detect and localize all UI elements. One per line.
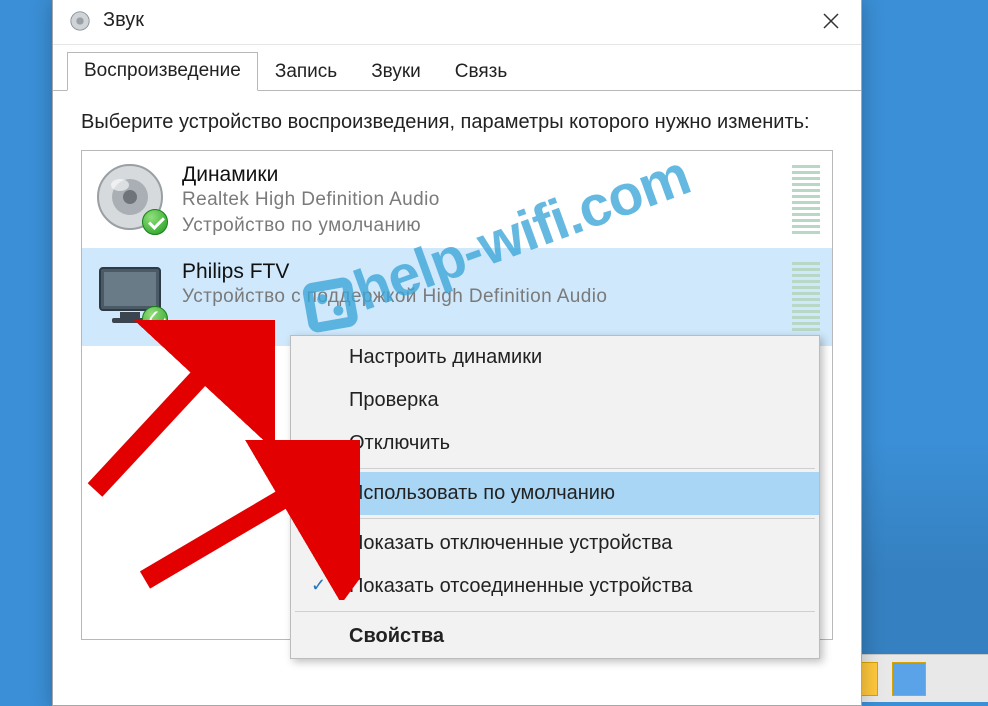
menu-set-default[interactable]: Использовать по умолчанию bbox=[291, 472, 819, 515]
device-item-speakers[interactable]: Динамики Realtek High Definition Audio У… bbox=[82, 151, 832, 248]
tab-sounds[interactable]: Звуки bbox=[354, 53, 438, 91]
tab-strip: Воспроизведение Запись Звуки Связь bbox=[53, 45, 861, 91]
menu-label: Показать отсоединенные устройства bbox=[349, 575, 692, 597]
device-name: Philips FTV bbox=[182, 260, 776, 284]
checkmark-icon: ✓ bbox=[311, 575, 326, 596]
menu-separator bbox=[295, 611, 815, 612]
menu-show-disconnected[interactable]: ✓ Показать отсоединенные устройства bbox=[291, 565, 819, 608]
sound-icon bbox=[69, 10, 91, 32]
close-button[interactable] bbox=[803, 0, 859, 45]
window-title: Звук bbox=[103, 9, 803, 32]
default-badge-icon bbox=[142, 209, 168, 235]
device-item-philips[interactable]: Philips FTV Устройство с поддержкой High… bbox=[82, 248, 832, 345]
menu-separator bbox=[295, 468, 815, 469]
level-meter bbox=[792, 161, 820, 238]
level-meter bbox=[792, 258, 820, 335]
speaker-icon bbox=[94, 161, 166, 233]
menu-separator bbox=[295, 518, 815, 519]
sound-dialog: Звук Воспроизведение Запись Звуки Связь … bbox=[52, 0, 862, 706]
tab-playback[interactable]: Воспроизведение bbox=[67, 52, 258, 91]
device-driver: Realtek High Definition Audio bbox=[182, 187, 776, 213]
menu-test[interactable]: Проверка bbox=[291, 379, 819, 422]
menu-configure-speakers[interactable]: Настроить динамики bbox=[291, 336, 819, 379]
context-menu: Настроить динамики Проверка Отключить Ис… bbox=[290, 335, 820, 659]
device-status: Устройство по умолчанию bbox=[182, 213, 776, 239]
device-name: Динамики bbox=[182, 163, 776, 187]
device-list: Динамики Realtek High Definition Audio У… bbox=[81, 150, 833, 640]
monitor-icon bbox=[94, 258, 166, 330]
tab-recording[interactable]: Запись bbox=[258, 53, 354, 91]
menu-disable[interactable]: Отключить bbox=[291, 422, 819, 465]
taskbar-app-icon[interactable] bbox=[892, 662, 926, 696]
menu-properties[interactable]: Свойства bbox=[291, 615, 819, 658]
tab-content: Выберите устройство воспроизведения, пар… bbox=[53, 91, 861, 640]
device-driver: Устройство с поддержкой High Definition … bbox=[182, 284, 776, 310]
tab-communications[interactable]: Связь bbox=[438, 53, 525, 91]
menu-show-disabled[interactable]: Показать отключенные устройства bbox=[291, 522, 819, 565]
close-icon bbox=[823, 13, 839, 29]
instruction-text: Выберите устройство воспроизведения, пар… bbox=[81, 109, 833, 136]
titlebar: Звук bbox=[53, 0, 861, 45]
